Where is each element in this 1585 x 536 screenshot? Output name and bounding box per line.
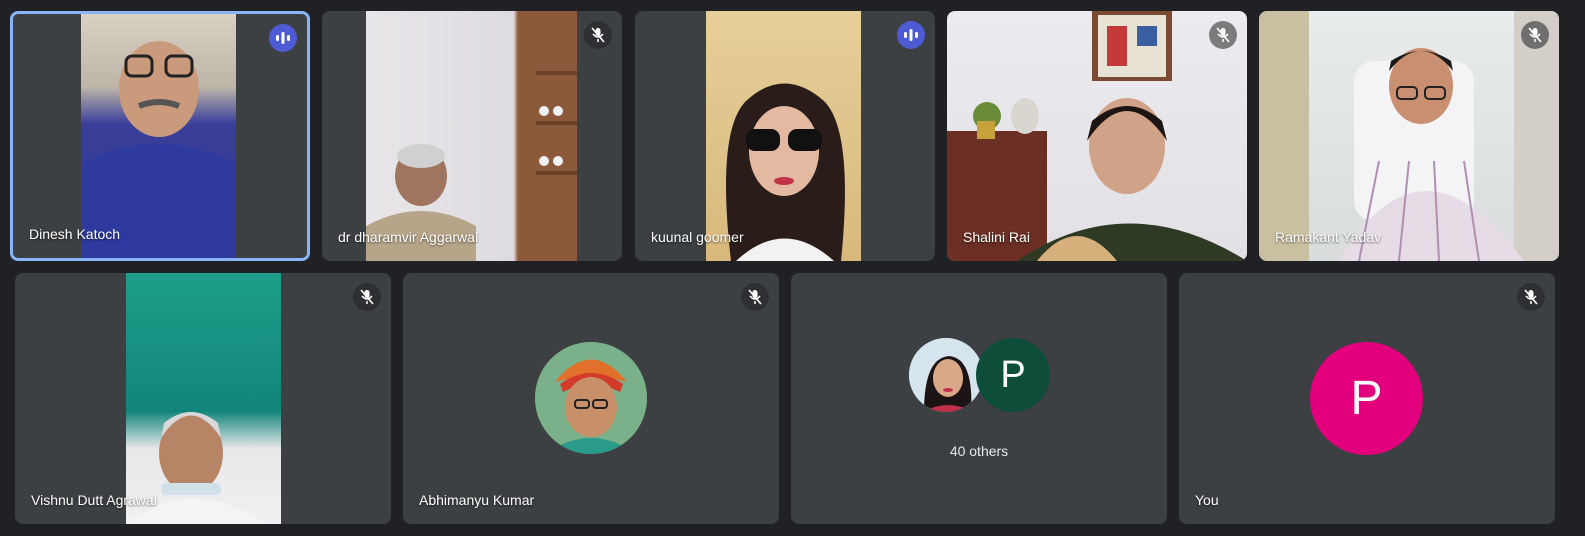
mic-off-icon [1517,283,1545,311]
participant-video [81,14,236,258]
participant-name: Ramakant Yadav [1275,229,1382,245]
speaking-indicator-icon [269,24,297,52]
participant-name: Vishnu Dutt Agrawal [31,492,157,508]
self-name: You [1195,492,1219,508]
participant-name: Abhimanyu Kumar [419,492,535,508]
participant-name: Shalini Rai [963,229,1030,245]
participant-avatar [535,342,647,454]
participant-tile-dinesh-katoch[interactable]: Dinesh Katoch [10,11,310,261]
others-tile[interactable]: P 40 others [791,273,1167,524]
speaking-indicator-icon [897,21,925,49]
others-avatar-letter: P [976,338,1050,412]
participant-name: dr dharamvir Aggarwal [338,229,479,245]
participant-video [126,273,281,524]
participant-video [706,11,861,261]
participant-name: Dinesh Katoch [29,226,121,242]
participant-tile-vishnu-dutt-agrawal[interactable]: Vishnu Dutt Agrawal [15,273,391,524]
mic-off-icon [353,283,381,311]
self-tile[interactable]: P You [1179,273,1555,524]
participant-video [947,11,1247,261]
mic-off-icon [1209,21,1237,49]
participant-name: kuunal goomer [651,229,744,245]
self-avatar: P [1310,342,1423,455]
mic-off-icon [1521,21,1549,49]
participant-tile-dharamvir-aggarwal[interactable]: dr dharamvir Aggarwal [322,11,622,261]
mic-off-icon [584,21,612,49]
participant-video [1259,11,1559,261]
participant-tile-kuunal-goomer[interactable]: kuunal goomer [635,11,935,261]
participant-tile-ramakant-yadav[interactable]: Ramakant Yadav [1259,11,1559,261]
meeting-grid: Dinesh Katoch dr dharamvir Aggarwal kuun… [0,0,1585,536]
mic-off-icon [741,283,769,311]
participant-video [366,11,577,261]
others-count: 40 others [949,443,1009,459]
participant-tile-abhimanyu-kumar[interactable]: Abhimanyu Kumar [403,273,779,524]
others-avatar-photo [909,338,983,412]
participant-tile-shalini-rai[interactable]: Shalini Rai [947,11,1247,261]
